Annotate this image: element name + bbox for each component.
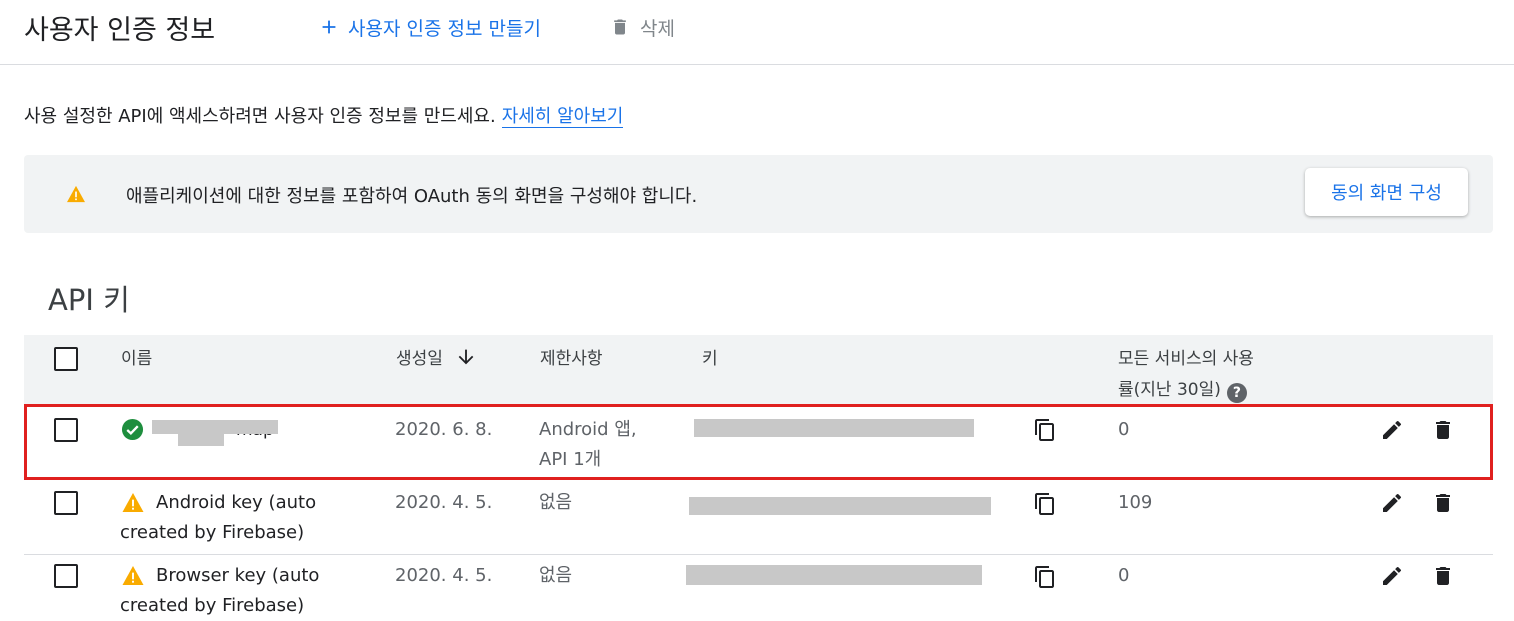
table-row: Android key (auto created by Firebase) 2… [24,482,1493,554]
row-name-line1: Browser key (auto [156,565,320,586]
row-usage: 0 [1118,565,1130,586]
intro-message: 사용 설정한 API에 액세스하려면 사용자 인증 정보를 만드세요. [24,106,496,127]
row-created-date: 2020. 4. 5. [395,492,493,513]
column-header-name[interactable]: 이름 [121,344,152,369]
section-title: API 키 [48,283,130,317]
row-usage: 109 [1118,492,1153,513]
column-header-created-label: 생성일 [396,349,443,369]
column-header-restrictions[interactable]: 제한사항 [540,344,603,369]
edit-icon[interactable] [1380,564,1404,588]
configure-consent-button[interactable]: 동의 화면 구성 [1305,168,1468,216]
edit-icon[interactable] [1380,491,1404,515]
select-all-checkbox[interactable] [54,347,78,371]
row-name[interactable]: Android key (auto created by Firebase) [120,488,316,548]
top-bar: 사용자 인증 정보 사용자 인증 정보 만들기 삭제 [0,0,1514,65]
column-header-usage[interactable]: 모든 서비스의 사용 률(지난 30일)? [1118,344,1254,406]
intro-text: 사용 설정한 API에 액세스하려면 사용자 인증 정보를 만드세요. 자세히 알… [24,102,624,128]
column-header-key[interactable]: 키 [702,344,718,369]
row-created-date: 2020. 4. 5. [395,565,493,586]
row-restrictions: 없음 [539,565,573,586]
copy-icon[interactable] [1033,492,1057,516]
row-checkbox[interactable] [54,491,78,515]
column-header-usage-line2-text: 률(지난 30일) [1118,380,1221,400]
learn-more-link[interactable]: 자세히 알아보기 [501,106,624,128]
notice-message: 애플리케이션에 대한 정보를 포함하여 OAuth 동의 화면을 구성해야 합니… [126,186,698,207]
warning-icon [67,185,85,203]
page-title: 사용자 인증 정보 [24,15,216,46]
arrow-down-icon [458,349,474,364]
trash-icon [614,19,626,35]
plus-icon [322,20,336,34]
row-restrictions: 없음 [539,492,573,513]
delete-button[interactable]: 삭제 [610,12,675,42]
trash-icon[interactable] [1431,491,1455,515]
row-name-line2: created by Firebase) [120,595,305,616]
create-credentials-button[interactable]: 사용자 인증 정보 만들기 [318,12,541,42]
create-credentials-label: 사용자 인증 정보 만들기 [348,17,541,40]
row-name-line1: Android key (auto [156,492,317,513]
row-name[interactable]: Browser key (auto created by Firebase) [120,561,319,621]
table-header: 이름 생성일 제한사항 키 모든 서비스의 사용 률(지난 30일)? [24,335,1493,405]
row-highlight-box [24,404,1493,480]
help-icon[interactable]: ? [1226,383,1247,403]
copy-icon[interactable] [1033,565,1057,589]
redacted-api-key [689,497,991,515]
column-header-created[interactable]: 생성일 [396,344,477,369]
redacted-api-key [686,565,982,585]
delete-label: 삭제 [640,17,675,40]
column-header-usage-line1: 모든 서비스의 사용 [1118,349,1254,369]
table-row: Browser key (auto created by Firebase) 2… [24,555,1493,621]
column-header-usage-line2: 률(지난 30일)? [1118,375,1254,406]
row-name-line2: created by Firebase) [120,522,305,543]
row-checkbox[interactable] [54,564,78,588]
trash-icon[interactable] [1431,564,1455,588]
oauth-notice-banner: 애플리케이션에 대한 정보를 포함하여 OAuth 동의 화면을 구성해야 합니… [24,155,1493,233]
